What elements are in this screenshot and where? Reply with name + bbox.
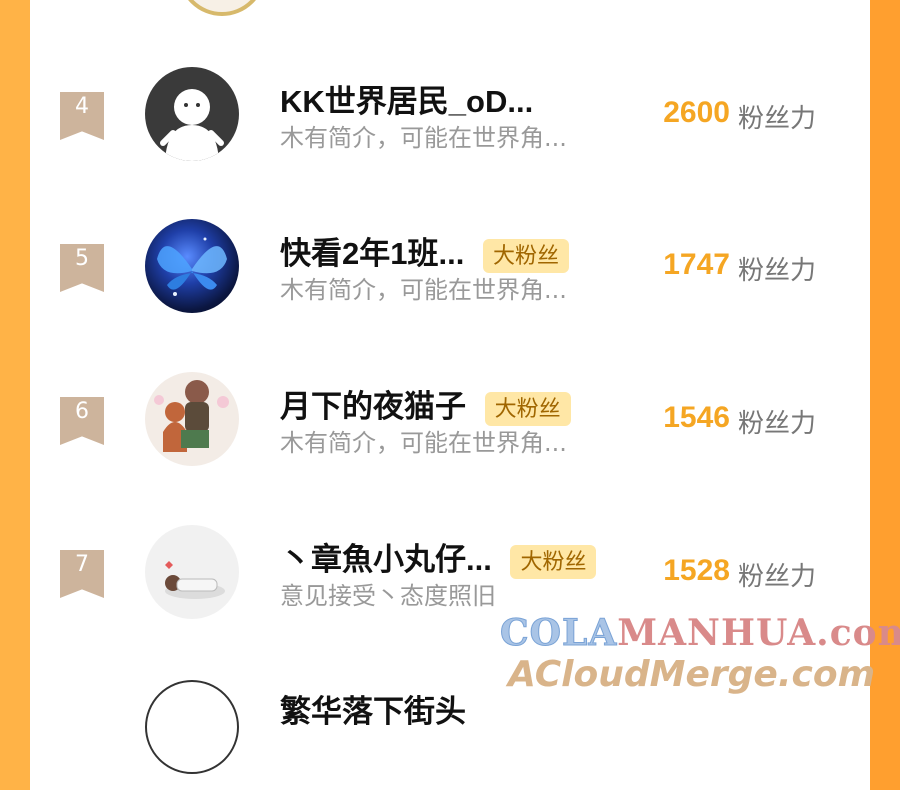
list-item[interactable]: 6 月下的夜猫子 大粉丝 木有简介，可能在世界角... 1546 粉丝力: [30, 345, 870, 485]
sleeping-figure-icon: [165, 561, 225, 599]
big-fan-badge: 大粉丝: [482, 238, 569, 273]
fan-power-label: 粉丝力: [738, 256, 817, 286]
user-bio: 木有简介，可能在世界角...: [280, 124, 567, 152]
avatar[interactable]: [145, 680, 239, 774]
big-fan-badge: 大粉丝: [510, 544, 597, 579]
user-bio: 木有简介，可能在世界角...: [280, 276, 567, 304]
fan-power-label: 粉丝力: [738, 409, 817, 439]
user-name[interactable]: KK世界居民_oD...: [280, 76, 533, 121]
user-bio: 意见接受丶态度照旧: [280, 582, 496, 610]
illustration-avatar-icon: [154, 380, 229, 452]
fan-power-value: 1747: [663, 248, 730, 281]
avatar[interactable]: [145, 372, 239, 466]
list-item[interactable]: 繁华落下街头: [30, 650, 870, 790]
user-name[interactable]: 月下的夜猫子 大粉丝: [280, 381, 571, 426]
user-name-text[interactable]: 快看2年1班...: [280, 236, 464, 271]
list-item[interactable]: 4 KK世界居民_oD... 木有简介，可能在世界角... 2600 粉丝力: [30, 40, 870, 180]
big-fan-badge: 大粉丝: [484, 391, 571, 426]
rank-badge: 5: [60, 244, 104, 292]
user-name-text[interactable]: 繁华落下街头: [280, 694, 466, 729]
fan-power-value: 1528: [663, 554, 730, 587]
rank-badge: 6: [60, 397, 104, 445]
butterfly-icon: [157, 237, 227, 296]
list-item[interactable]: 5 快看2年1班... 大粉丝 木有简介，可能在世界角... 1747 粉丝力: [30, 192, 870, 332]
user-name[interactable]: 快看2年1班... 大粉丝: [280, 228, 569, 273]
fan-power-label: 粉丝力: [738, 104, 817, 134]
fan-ranking-panel: 4 KK世界居民_oD... 木有简介，可能在世界角... 2600 粉丝力 5: [30, 0, 870, 774]
rank-badge: 4: [60, 92, 104, 140]
default-user-icon: [160, 89, 224, 161]
rank-badge: 7: [60, 550, 104, 598]
user-bio: 木有简介，可能在世界角...: [280, 429, 567, 457]
list-item[interactable]: 7 丶章魚小丸仔... 大粉丝 意见接受丶态度照旧 1528 粉丝力: [30, 498, 870, 638]
user-name-text[interactable]: KK世界居民_oD...: [280, 84, 533, 119]
user-name[interactable]: 繁华落下街头: [280, 686, 466, 731]
avatar[interactable]: [145, 67, 239, 161]
user-name-text[interactable]: 丶章魚小丸仔...: [280, 542, 492, 577]
fan-power-label: 粉丝力: [738, 562, 817, 592]
avatar[interactable]: [145, 525, 239, 619]
fan-power-value: 1546: [663, 401, 730, 434]
user-name[interactable]: 丶章魚小丸仔... 大粉丝: [280, 534, 597, 579]
fan-power-value: 2600: [663, 96, 730, 129]
avatar[interactable]: [145, 219, 239, 313]
user-name-text[interactable]: 月下的夜猫子: [280, 389, 466, 424]
avatar-partial[interactable]: [178, 0, 266, 16]
